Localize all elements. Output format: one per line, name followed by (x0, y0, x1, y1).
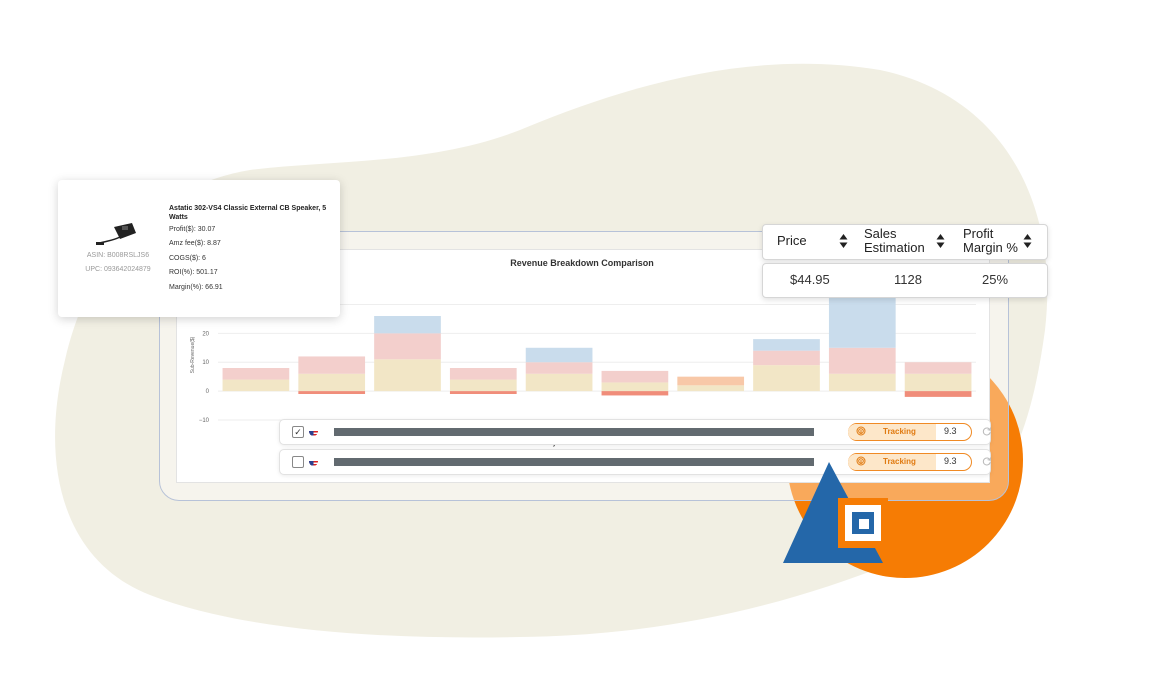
brand-logo (783, 462, 888, 563)
chart-bar-segment (601, 382, 669, 392)
tracking-label: Tracking (883, 427, 916, 436)
product-amz-fee: Amz fee($): 8.87 (169, 240, 221, 247)
chart-bar-segment (525, 362, 593, 374)
chart-bar-segment (222, 379, 290, 392)
chart-bar-segment (298, 373, 366, 392)
refresh-icon[interactable] (982, 456, 992, 466)
sales-estimation-value: 1128 (894, 272, 922, 287)
chart-bar-segment (298, 391, 366, 394)
product-profit: Profit($): 30.07 (169, 226, 216, 233)
chart-bar-segment (677, 385, 745, 392)
chart-bar-segment (374, 316, 441, 334)
price-value: $44.95 (790, 272, 830, 287)
chart-bar-segment (828, 373, 896, 392)
chart-bar-segment (222, 368, 290, 380)
chart-bar-segment (753, 365, 820, 392)
chart-bar-segment (677, 376, 745, 386)
chart-bar-segment (828, 347, 896, 374)
sort-icon[interactable] (839, 233, 848, 249)
refresh-icon[interactable] (982, 426, 992, 436)
speaker-product-image (96, 223, 136, 245)
product-margin: Margin(%): 66.91 (169, 284, 223, 291)
sales-estimation-header[interactable]: Sales Estimation (864, 227, 934, 255)
product-name-bar (334, 428, 814, 436)
chart-bar-segment (601, 370, 669, 383)
product-cogs: COGS($): 6 (169, 255, 206, 262)
y-tick-label: −10 (199, 418, 210, 424)
chart-bar-segment (904, 362, 972, 374)
y-tick-label: 20 (202, 331, 209, 337)
score-value: 9.3 (944, 426, 957, 436)
chart-bar-segment (753, 350, 820, 366)
product-upc: UPC: 093642024879 (85, 266, 151, 273)
fingerprint-icon (856, 426, 866, 436)
us-flag-icon (309, 457, 318, 466)
chart-bar-segment (449, 368, 517, 380)
product-name-bar (334, 458, 814, 466)
product-roi: ROI(%): 501.17 (169, 269, 218, 276)
profit-margin-value: 25% (982, 272, 1009, 287)
y-axis-label: Sub-Revenue($) (190, 336, 196, 373)
product-title: Astatic 302-VS4 Classic External CB Spea… (169, 205, 327, 221)
y-tick-label: 10 (202, 360, 209, 366)
sort-icon[interactable] (1023, 233, 1032, 249)
chart-bar-segment (525, 347, 593, 363)
product-asin: ASIN: B008RSLJS6 (86, 252, 150, 259)
profit-margin-header[interactable]: Profit Margin % (963, 227, 1025, 255)
sort-icon[interactable] (936, 233, 945, 249)
row-checkbox[interactable]: ✓ (292, 426, 304, 438)
chart-bar-segment (601, 391, 669, 396)
score-value: 9.3 (944, 456, 957, 466)
chart-bar-segment (525, 373, 593, 392)
chart-bar-segment (298, 356, 366, 374)
chart-bar-segment (449, 379, 517, 392)
us-flag-icon (309, 427, 318, 436)
chart-bar-segment (753, 339, 820, 351)
y-tick-label: 0 (206, 389, 210, 395)
chart-bar-segment (374, 333, 441, 360)
chart-bar-segment (449, 391, 517, 394)
chart-bar-segment (374, 359, 441, 392)
chart-bar-segment (904, 391, 972, 397)
price-header[interactable]: Price (777, 234, 807, 248)
chart-bar-segment (904, 373, 972, 392)
row-checkbox[interactable] (292, 456, 304, 468)
